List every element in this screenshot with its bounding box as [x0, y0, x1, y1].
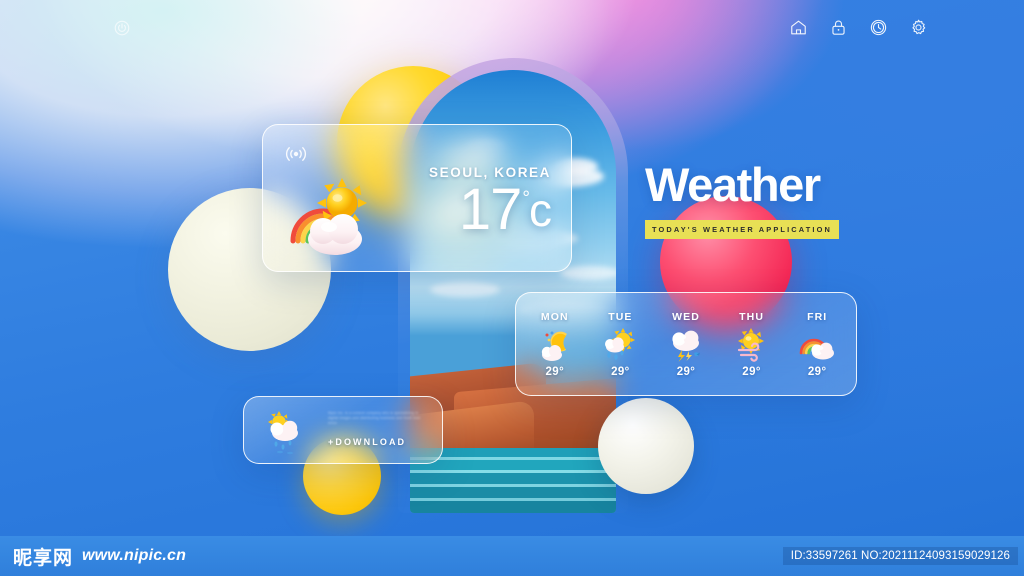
moon-cloud-icon: [536, 328, 574, 362]
app-canvas: Weather TODAY'S WEATHER APPLICATION SEOU…: [0, 0, 1024, 536]
forecast-day-label: TUE: [608, 310, 633, 323]
watermark-bar: 昵享网 www.nipic.cn ID:33597261 NO:20211124…: [0, 536, 1024, 576]
sun-rain-icon: [601, 327, 639, 362]
gear-icon[interactable]: [909, 18, 928, 37]
page-title: Weather: [645, 158, 821, 211]
current-weather-card[interactable]: SEOUL, KOREA 17 ° c: [262, 124, 572, 272]
sun-wind-icon: [733, 327, 771, 362]
nav-icon-bar: [789, 18, 928, 37]
forecast-day-temp: 29°: [742, 365, 761, 378]
home-icon[interactable]: [789, 18, 808, 37]
headline-block: Weather TODAY'S WEATHER APPLICATION: [645, 160, 845, 239]
download-blurb: Nipic Inc. is a content company who is s…: [328, 411, 421, 426]
site-url: www.nipic.cn: [82, 547, 187, 564]
download-card[interactable]: Nipic Inc. is a content company who is s…: [243, 396, 443, 464]
forecast-day-temp: 29°: [676, 365, 696, 378]
asset-id-tag: ID:33597261 NO:20211124093159029126: [782, 547, 1018, 565]
forecast-day-thu[interactable]: THU 29°: [721, 311, 783, 378]
forecast-card[interactable]: MON 29° TUE 29° WED 29° THU 29° FRI 29°: [515, 292, 857, 396]
subtitle-text: TODAY'S WEATHER APPLICATION: [652, 225, 832, 234]
power-icon[interactable]: [113, 19, 131, 37]
forecast-day-label: MON: [540, 310, 569, 323]
forecast-day-label: THU: [739, 310, 765, 323]
sun-cloud-rain-icon: [260, 411, 314, 457]
site-logo: 昵享网: [13, 546, 74, 569]
forecast-day-mon[interactable]: MON 29°: [524, 311, 586, 378]
broadcast-signal-icon: [283, 143, 309, 165]
temperature-value: 17: [458, 177, 523, 242]
forecast-day-fri[interactable]: FRI 29°: [786, 311, 848, 378]
teal-steps: [410, 448, 616, 513]
sun-rainbow-cloud-icon: [285, 173, 393, 259]
download-button[interactable]: +DOWNLOAD: [328, 437, 406, 447]
forecast-day-temp: 29°: [545, 365, 565, 378]
forecast-day-wed[interactable]: WED 29°: [655, 311, 717, 378]
temperature-unit: c: [529, 184, 552, 236]
forecast-day-temp: 29°: [807, 365, 827, 378]
decorative-sphere-white: [598, 398, 694, 494]
forecast-day-temp: 29°: [611, 365, 630, 378]
current-temperature: 17 ° c: [458, 177, 552, 242]
forecast-row: MON 29° TUE 29° WED 29° THU 29° FRI 29°: [516, 293, 856, 395]
clock-icon[interactable]: [869, 18, 888, 37]
lock-icon[interactable]: [829, 18, 848, 37]
forecast-day-label: WED: [672, 310, 700, 323]
forecast-day-tue[interactable]: TUE 29°: [589, 311, 651, 378]
forecast-day-label: FRI: [807, 310, 828, 323]
degree-symbol: °: [522, 188, 530, 209]
subtitle-banner: TODAY'S WEATHER APPLICATION: [645, 220, 839, 239]
cloud-lightning-icon: [667, 328, 705, 362]
rainbow-cloud-icon: [798, 328, 836, 362]
